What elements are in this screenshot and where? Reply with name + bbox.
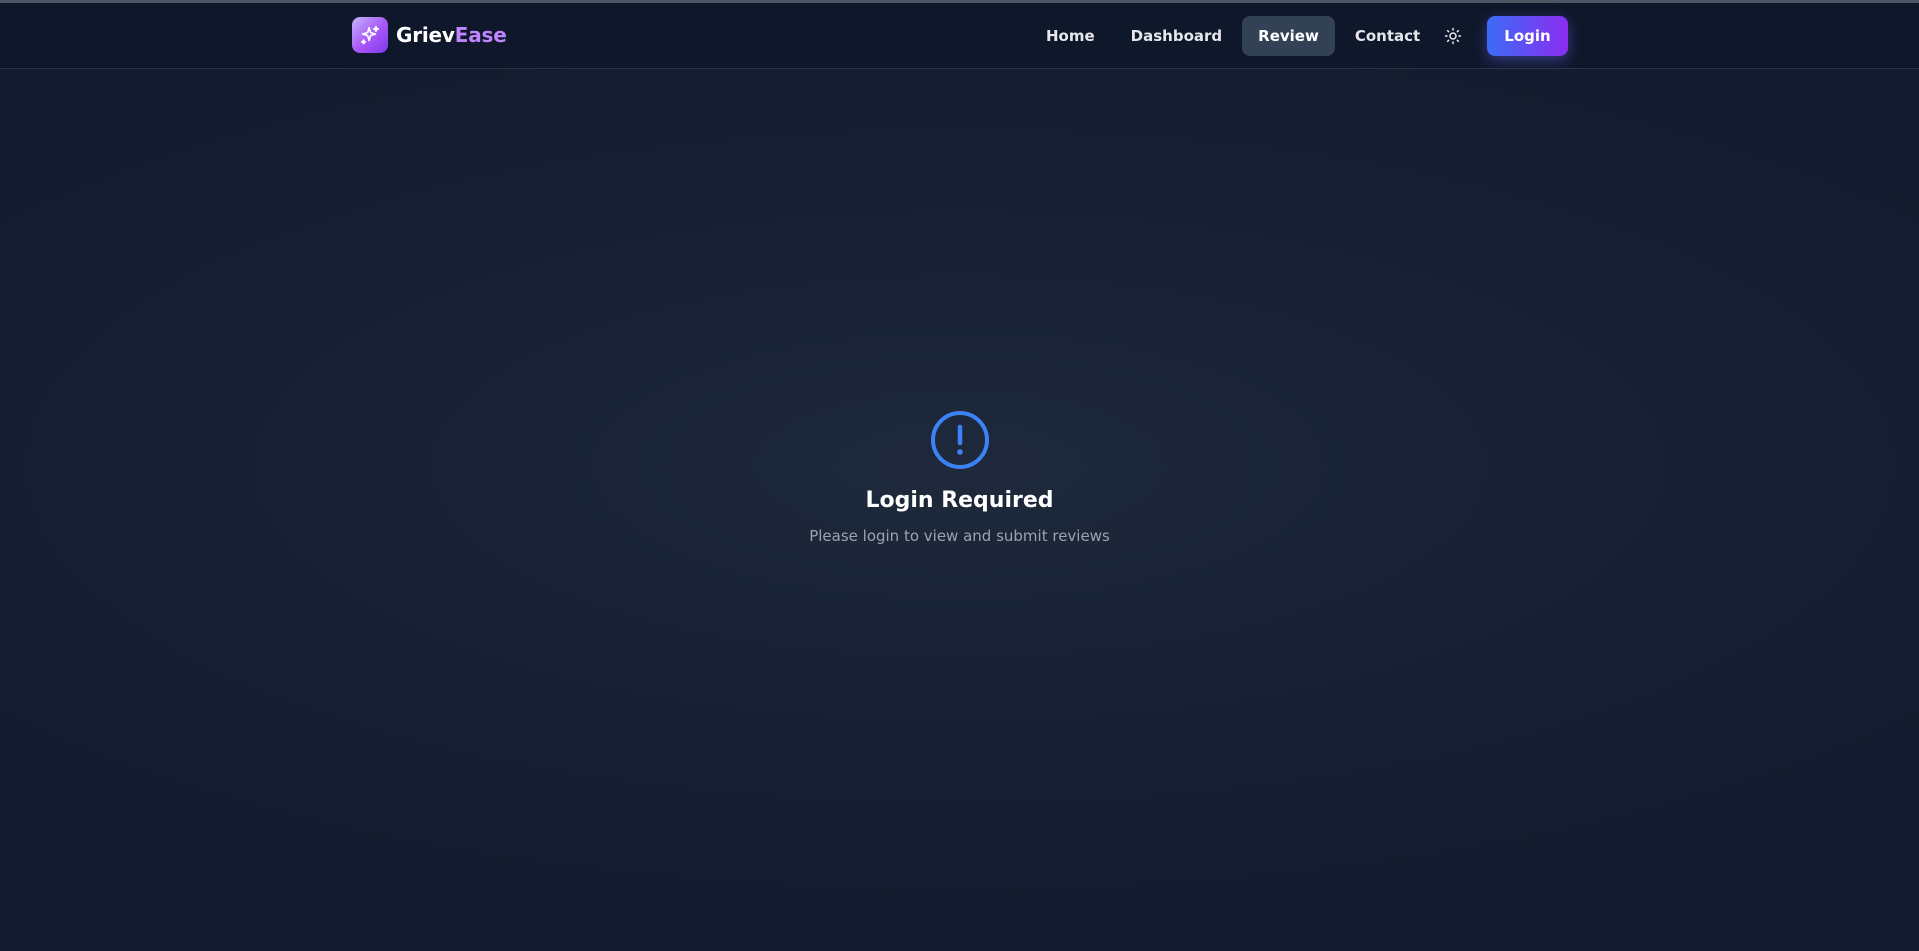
sparkles-icon <box>352 17 388 53</box>
theme-toggle-button[interactable] <box>1440 23 1466 49</box>
nav-item-home[interactable]: Home <box>1030 16 1111 56</box>
notice-subtitle: Please login to view and submit reviews <box>809 527 1110 545</box>
brand-name-part1: Griev <box>396 23 455 47</box>
alert-circle-icon <box>930 411 989 469</box>
main-nav: Home Dashboard Review Contact <box>1030 16 1436 56</box>
nav-item-dashboard[interactable]: Dashboard <box>1115 16 1238 56</box>
brand-name: GrievEase <box>396 23 507 47</box>
notice-title: Login Required <box>865 488 1054 513</box>
main-content: Login Required Please login to view and … <box>0 70 1919 951</box>
navbar: GrievEase Home Dashboard Review Contact … <box>0 3 1919 69</box>
sun-icon <box>1444 27 1462 45</box>
brand-link[interactable]: GrievEase <box>352 17 507 53</box>
nav-item-contact[interactable]: Contact <box>1339 16 1436 56</box>
nav-item-review[interactable]: Review <box>1242 16 1335 56</box>
login-required-notice: Login Required Please login to view and … <box>0 410 1919 545</box>
brand-name-part2: Ease <box>454 23 507 47</box>
login-button[interactable]: Login <box>1487 16 1568 56</box>
